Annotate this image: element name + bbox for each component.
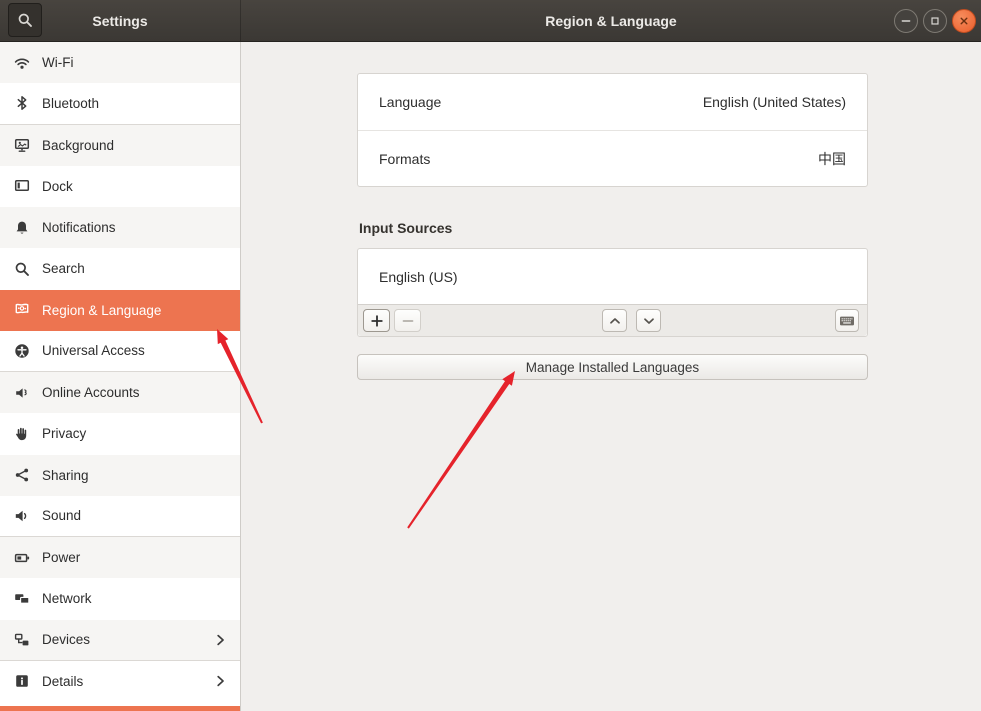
window-minimize-icon	[899, 14, 913, 28]
sidebar-item-label: Power	[42, 550, 81, 566]
sidebar-item-label: Details	[42, 673, 84, 689]
sidebar-item-search[interactable]: Search	[0, 248, 240, 289]
sidebar-item-label: Bluetooth	[42, 95, 100, 111]
keyboard-layout-button[interactable]	[835, 309, 859, 332]
sidebar-item-devices[interactable]: Devices	[0, 619, 240, 661]
details-icon	[14, 673, 30, 689]
chevron-right-icon	[212, 632, 228, 648]
sidebar-bottom-accent-strip	[0, 706, 240, 711]
manage-installed-languages-label: Manage Installed Languages	[525, 359, 700, 375]
background-icon	[14, 137, 30, 153]
sidebar-item-notifications[interactable]: Notifications	[0, 207, 240, 249]
sidebar-item-details[interactable]: Details	[0, 661, 240, 702]
online-accounts-icon	[14, 385, 30, 401]
language-label: Language	[379, 94, 442, 110]
chevron-down-icon	[641, 313, 657, 329]
window-maximize-icon	[928, 14, 942, 28]
sidebar-item-power[interactable]: Power	[0, 537, 240, 579]
input-sources-toolbar	[358, 304, 867, 336]
window-title: Region & Language	[545, 12, 677, 29]
language-row[interactable]: Language English (United States)	[358, 74, 867, 130]
network-icon	[14, 591, 30, 607]
sidebar-item-privacy[interactable]: Privacy	[0, 413, 240, 454]
input-source-label: English (US)	[379, 268, 458, 285]
window-controls	[894, 8, 976, 33]
maximize-button[interactable]	[923, 8, 947, 33]
formats-value: 中国	[818, 150, 846, 167]
sidebar-item-network[interactable]: Network	[0, 578, 240, 619]
manage-installed-languages-button[interactable]: Manage Installed Languages	[357, 354, 868, 380]
sidebar-list: Wi-Fi Bluetooth Background Dock Notification…	[0, 42, 240, 702]
sound-icon	[14, 508, 30, 524]
move-down-button[interactable]	[636, 309, 661, 332]
sidebar-item-dock[interactable]: Dock	[0, 166, 240, 207]
sidebar-item-label: Notifications	[42, 220, 116, 236]
sidebar-item-background[interactable]: Background	[0, 124, 240, 166]
dock-icon	[14, 178, 30, 194]
sidebar-item-label: Background	[42, 137, 115, 153]
bluetooth-icon	[14, 95, 30, 111]
region-language-page: Language English (United States) Formats 中国…	[241, 42, 981, 711]
titlebar-main-section: Region & Language	[241, 0, 981, 41]
sidebar-item-label: Wi-Fi	[42, 55, 74, 71]
notifications-icon	[14, 220, 30, 236]
sidebar-item-sharing[interactable]: Sharing	[0, 454, 240, 496]
region-language-panel: Language English (United States) Formats 中国	[357, 73, 868, 187]
chevron-right-icon	[212, 673, 228, 689]
minimize-button[interactable]	[894, 8, 918, 33]
sidebar-item-label: Sharing	[42, 467, 89, 483]
sidebar-item-label: Search	[42, 261, 85, 277]
wifi-icon	[14, 55, 30, 71]
sidebar-item-label: Sound	[42, 508, 82, 524]
language-value: English (United States)	[702, 94, 846, 110]
input-sources-panel: English (US)	[357, 248, 868, 337]
sidebar-item-label: Network	[42, 591, 92, 607]
formats-label: Formats	[379, 150, 431, 167]
reorder-buttons	[602, 309, 661, 332]
sidebar-item-label: Devices	[42, 632, 91, 648]
sidebar-title: Settings	[92, 12, 148, 29]
sidebar-item-label: Privacy	[42, 426, 87, 442]
input-sources-list: English (US)	[358, 249, 867, 304]
power-icon	[14, 550, 30, 566]
sharing-icon	[14, 467, 30, 483]
move-up-button[interactable]	[602, 309, 627, 332]
chevron-up-icon	[607, 313, 623, 329]
settings-window: Settings Region & Language Wi-Fi Bluetoot…	[0, 0, 981, 711]
universal-access-icon	[14, 343, 30, 359]
region-language-icon	[14, 302, 30, 318]
remove-input-source-button[interactable]	[394, 309, 421, 332]
devices-icon	[14, 632, 30, 648]
close-button[interactable]	[952, 8, 976, 33]
add-input-source-button[interactable]	[363, 309, 390, 332]
formats-row[interactable]: Formats 中国	[358, 130, 867, 186]
window-close-icon	[957, 14, 971, 28]
sidebar-item-universal-access[interactable]: Universal Access	[0, 331, 240, 372]
titlebar-sidebar-section: Settings	[0, 0, 241, 41]
sidebar-item-wifi[interactable]: Wi-Fi	[0, 42, 240, 84]
search-button[interactable]	[8, 3, 42, 37]
input-sources-heading: Input Sources	[359, 220, 453, 236]
sidebar-item-bluetooth[interactable]: Bluetooth	[0, 83, 240, 125]
plus-icon	[369, 313, 385, 329]
titlebar: Settings Region & Language	[0, 0, 981, 42]
search-icon	[14, 261, 30, 277]
sidebar-item-label: Universal Access	[42, 343, 145, 359]
sidebar-item-sound[interactable]: Sound	[0, 496, 240, 537]
sidebar-item-label: Dock	[42, 178, 73, 194]
sidebar-item-label: Region & Language	[42, 302, 162, 318]
input-source-row[interactable]: English (US)	[358, 249, 867, 304]
minus-icon	[400, 313, 416, 329]
keyboard-icon	[839, 313, 855, 329]
sidebar-item-region-language[interactable]: Region & Language	[0, 289, 240, 331]
sidebar: Wi-Fi Bluetooth Background Dock Notification…	[0, 42, 241, 711]
sidebar-item-online-accounts[interactable]: Online Accounts	[0, 372, 240, 414]
sidebar-item-label: Online Accounts	[42, 385, 140, 401]
privacy-icon	[14, 426, 30, 442]
search-icon	[17, 12, 33, 28]
